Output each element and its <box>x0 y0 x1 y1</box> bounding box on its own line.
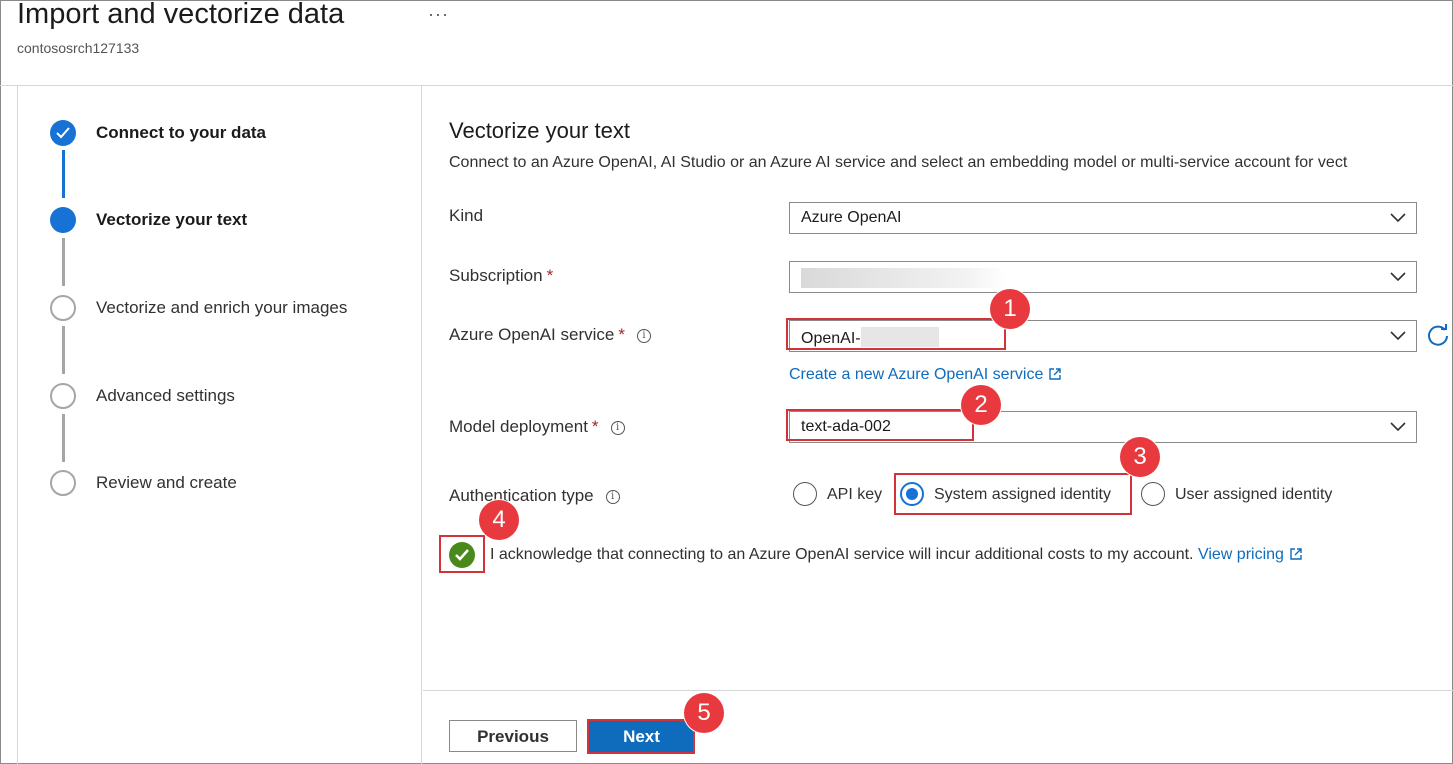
radio-circle[interactable] <box>1141 482 1165 506</box>
step-label: Review and create <box>96 473 237 492</box>
acknowledge-checkbox[interactable] <box>449 542 475 568</box>
page-subtitle: contososrch127133 <box>17 40 140 56</box>
info-icon[interactable]: i <box>605 490 620 504</box>
step-connector <box>62 414 65 462</box>
wizard-steps: Connect to your data Vectorize your text… <box>17 86 422 764</box>
page-header: Import and vectorize data ··· contososrc… <box>0 0 1453 86</box>
step-label: Vectorize and enrich your images <box>96 298 348 317</box>
step-connector <box>62 150 65 198</box>
acknowledge-text: I acknowledge that connecting to an Azur… <box>490 546 1302 564</box>
redacted-blur <box>860 327 939 347</box>
auth-type-label: Authentication type i <box>449 486 620 506</box>
redacted-blur <box>801 268 1006 288</box>
radio-label: API key <box>827 486 883 503</box>
step-complete-check-icon <box>50 120 76 146</box>
model-deployment-dropdown[interactable]: text-ada-002 <box>789 411 1417 443</box>
subscription-dropdown[interactable] <box>789 261 1417 293</box>
subscription-value <box>801 268 1006 289</box>
kind-label: Kind <box>449 206 484 225</box>
step-label: Vectorize your text <box>96 210 248 229</box>
chevron-down-icon <box>1390 272 1406 282</box>
footer-divider <box>423 690 1453 691</box>
annotation-badge: 1 <box>990 289 1030 329</box>
model-deployment-label: Model deployment * i <box>449 417 625 437</box>
subscription-label: Subscription * <box>449 266 554 285</box>
radio-circle[interactable] <box>793 482 817 506</box>
section-title: Vectorize your text <box>449 118 630 143</box>
step-connector <box>62 326 65 374</box>
radio-label: User assigned identity <box>1175 486 1333 503</box>
more-options-button[interactable]: ··· <box>428 4 449 25</box>
required-asterisk: * <box>618 325 625 344</box>
service-value: OpenAI- <box>801 330 861 347</box>
info-icon[interactable]: i <box>610 421 625 435</box>
create-openai-service-link[interactable]: Create a new Azure OpenAI service <box>789 366 1062 384</box>
kind-dropdown[interactable]: Azure OpenAI <box>789 202 1417 234</box>
previous-button[interactable]: Previous <box>449 720 577 752</box>
page-title: Import and vectorize data <box>17 0 345 30</box>
chevron-down-icon <box>1390 422 1406 432</box>
annotation-badge: 3 <box>1120 437 1160 477</box>
step-connector <box>62 238 65 286</box>
annotation-badge: 5 <box>684 693 724 733</box>
required-asterisk: * <box>591 417 599 436</box>
view-pricing-link[interactable]: View pricing <box>1198 546 1302 563</box>
model-value: text-ada-002 <box>801 418 891 435</box>
radio-circle-selected[interactable] <box>900 482 924 506</box>
required-asterisk: * <box>546 266 554 285</box>
next-button[interactable]: Next <box>589 720 694 752</box>
chevron-down-icon <box>1390 213 1406 223</box>
annotation-badge: 2 <box>961 385 1001 425</box>
openai-service-dropdown[interactable]: OpenAI- <box>789 320 1417 352</box>
step-pending-circle-icon <box>50 295 76 321</box>
kind-value: Azure OpenAI <box>801 209 902 226</box>
service-value-wrap: OpenAI- <box>801 327 939 348</box>
step-label: Connect to your data <box>96 123 267 142</box>
step-label: Advanced settings <box>96 386 235 405</box>
radio-label: System assigned identity <box>934 486 1111 503</box>
checkmark-icon <box>455 549 469 561</box>
service-label: Azure OpenAI service * i <box>449 325 651 345</box>
external-link-icon <box>1049 368 1062 380</box>
step-pending-circle-icon <box>50 470 76 496</box>
external-link-icon <box>1290 548 1302 560</box>
info-icon[interactable]: i <box>636 329 651 343</box>
vectorize-text-panel: Vectorize your text Connect to an Azure … <box>423 86 1453 764</box>
section-description: Connect to an Azure OpenAI, AI Studio or… <box>449 154 1348 171</box>
chevron-down-icon <box>1390 331 1406 341</box>
annotation-badge: 4 <box>479 500 519 540</box>
step-current-dot-icon <box>50 207 76 233</box>
refresh-icon[interactable] <box>1426 324 1450 348</box>
step-pending-circle-icon <box>50 383 76 409</box>
